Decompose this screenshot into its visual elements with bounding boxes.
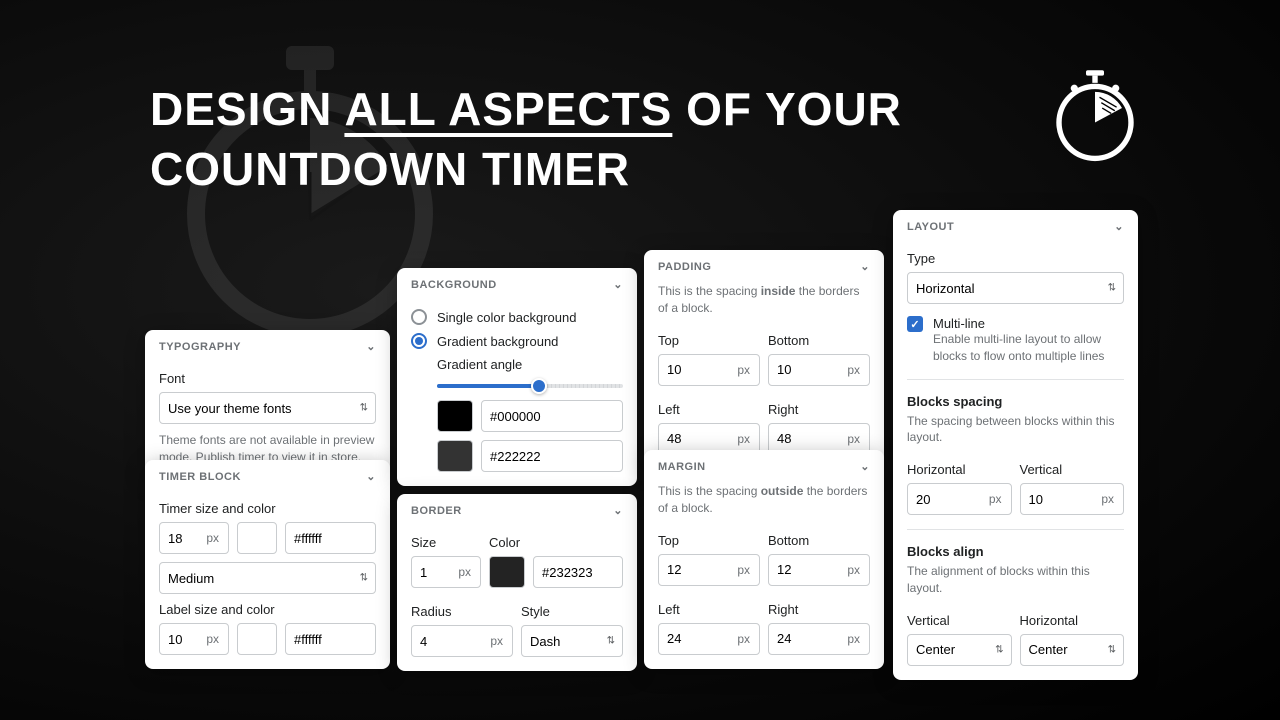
background-panel: BACKGROUND ⌄ Single color background Gra… [397, 268, 637, 486]
layout-panel: LAYOUT ⌄ Type ⇅ ✓ Multi-line Enable mult… [893, 210, 1138, 680]
timer-block-header: TIMER BLOCK [159, 471, 241, 483]
radio-checked-icon [411, 333, 427, 349]
margin-bottom-input[interactable] [768, 554, 870, 586]
margin-right-label: Right [768, 602, 870, 617]
padding-bottom-input[interactable] [768, 354, 870, 386]
border-color-input[interactable] [533, 556, 623, 588]
padding-panel: PADDING ⌄ This is the spacing inside the… [644, 250, 884, 469]
margin-top-input[interactable] [658, 554, 760, 586]
margin-right-input[interactable] [768, 623, 870, 655]
timer-block-panel: TIMER BLOCK ⌄ Timer size and color px ⇅ … [145, 460, 390, 669]
padding-right-label: Right [768, 402, 870, 417]
gradient-color-2-input[interactable] [481, 440, 623, 472]
margin-header: MARGIN [658, 461, 706, 473]
radio-icon [411, 309, 427, 325]
padding-top-input[interactable] [658, 354, 760, 386]
timer-weight-swatch[interactable] [237, 522, 277, 554]
label-swatch[interactable] [237, 623, 277, 655]
border-header: BORDER [411, 505, 462, 517]
layout-type-select[interactable] [907, 272, 1124, 304]
border-radius-input[interactable] [411, 625, 513, 657]
border-panel: BORDER ⌄ Size px Color Radius [397, 494, 637, 671]
chevron-down-icon[interactable]: ⌄ [613, 504, 623, 517]
single-color-radio[interactable]: Single color background [411, 309, 623, 325]
padding-help: This is the spacing inside the borders o… [658, 283, 870, 317]
spacing-v-input[interactable] [1020, 483, 1125, 515]
label-color-input[interactable] [285, 623, 376, 655]
chevron-down-icon[interactable]: ⌄ [1114, 220, 1124, 233]
multiline-checkbox[interactable]: ✓ [907, 316, 923, 332]
gradient-angle-slider[interactable] [437, 384, 623, 388]
spacing-v-label: Vertical [1020, 462, 1125, 477]
chevron-down-icon[interactable]: ⌄ [860, 260, 870, 273]
padding-bottom-label: Bottom [768, 333, 870, 348]
chevron-down-icon[interactable]: ⌄ [366, 470, 376, 483]
timer-size-color-label: Timer size and color [159, 501, 376, 516]
multiline-help: Enable multi-line layout to allow blocks… [933, 331, 1124, 365]
spacing-h-label: Horizontal [907, 462, 1012, 477]
hero-title: DESIGN ALL ASPECTS OF YOUR COUNTDOWN TIM… [150, 80, 902, 200]
border-color-label: Color [489, 535, 623, 550]
padding-header: PADDING [658, 261, 711, 273]
margin-panel: MARGIN ⌄ This is the spacing outside the… [644, 450, 884, 669]
chevron-down-icon[interactable]: ⌄ [366, 340, 376, 353]
font-select[interactable] [159, 392, 376, 424]
padding-top-label: Top [658, 333, 760, 348]
gradient-angle-label: Gradient angle [437, 357, 623, 372]
stopwatch-icon [1050, 70, 1140, 165]
layout-type-label: Type [907, 251, 1124, 266]
timer-weight-select[interactable] [159, 562, 376, 594]
multiline-label: Multi-line [933, 316, 1124, 331]
gradient-swatch-1[interactable] [437, 400, 473, 432]
typography-panel: TYPOGRAPHY ⌄ Font ⇅ Theme fonts are not … [145, 330, 390, 480]
align-h-label: Horizontal [1020, 613, 1125, 628]
chevron-down-icon[interactable]: ⌄ [860, 460, 870, 473]
blocks-spacing-help: The spacing between blocks within this l… [907, 413, 1124, 447]
blocks-align-title: Blocks align [907, 544, 1124, 559]
label-size-color-label: Label size and color [159, 602, 376, 617]
margin-left-input[interactable] [658, 623, 760, 655]
align-v-label: Vertical [907, 613, 1012, 628]
margin-left-label: Left [658, 602, 760, 617]
spacing-h-input[interactable] [907, 483, 1012, 515]
border-swatch[interactable] [489, 556, 525, 588]
border-style-label: Style [521, 604, 623, 619]
border-size-label: Size [411, 535, 481, 550]
border-style-select[interactable] [521, 625, 623, 657]
gradient-radio[interactable]: Gradient background [411, 333, 623, 349]
align-v-select[interactable] [907, 634, 1012, 666]
gradient-color-1-input[interactable] [481, 400, 623, 432]
padding-left-label: Left [658, 402, 760, 417]
timer-size-input[interactable] [159, 522, 229, 554]
chevron-down-icon[interactable]: ⌄ [613, 278, 623, 291]
label-size-input[interactable] [159, 623, 229, 655]
border-size-input[interactable] [411, 556, 481, 588]
blocks-align-help: The alignment of blocks within this layo… [907, 563, 1124, 597]
blocks-spacing-title: Blocks spacing [907, 394, 1124, 409]
margin-top-label: Top [658, 533, 760, 548]
border-radius-label: Radius [411, 604, 513, 619]
align-h-select[interactable] [1020, 634, 1125, 666]
margin-bottom-label: Bottom [768, 533, 870, 548]
background-header: BACKGROUND [411, 279, 497, 291]
typography-header: TYPOGRAPHY [159, 341, 241, 353]
gradient-swatch-2[interactable] [437, 440, 473, 472]
timer-color-input[interactable] [285, 522, 376, 554]
layout-header: LAYOUT [907, 221, 954, 233]
margin-help: This is the spacing outside the borders … [658, 483, 870, 517]
font-label: Font [159, 371, 376, 386]
